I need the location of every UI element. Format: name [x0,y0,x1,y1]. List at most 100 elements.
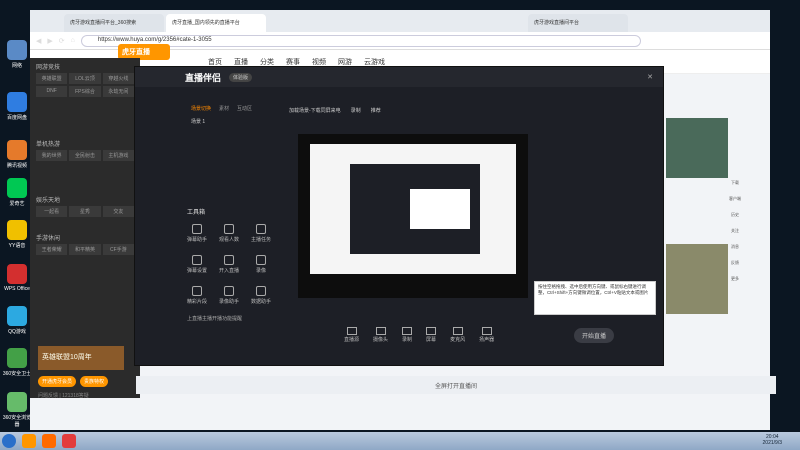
companion-taskbar-icon[interactable] [62,434,76,448]
category-item[interactable]: 英雄联盟 [36,73,68,84]
desktop-icon-tencent-video[interactable]: 腾讯视频 [2,140,32,169]
right-bar-item[interactable]: 更多 [728,276,742,282]
browser-tabbar: 虎牙游戏直播间平台_360搜索 虎牙直播_国内领先的直播平台 虎牙游戏直播间平台 [30,10,770,32]
nav-home[interactable]: 首页 [208,57,222,67]
category-item[interactable]: 主机游戏 [102,150,134,161]
forward-icon[interactable]: ▶ [47,37,52,45]
obs-title: 直播伴侣 [185,72,222,83]
promo-banner[interactable]: 英雄联盟10周年 [38,346,124,370]
sidebar-buttons: 开通虎牙会员 贵族特权 [38,376,109,387]
record-button[interactable]: 录制 [402,327,412,343]
tool-viewers[interactable]: 观看人数 [214,224,244,243]
nav-match[interactable]: 赛事 [286,57,300,67]
tab-sources[interactable]: 素材 [219,105,229,112]
desktop-icon-wps[interactable]: WPS Office [2,264,32,292]
record-icon [402,327,413,335]
back-icon[interactable]: ◀ [36,37,41,45]
app-taskbar-icon[interactable] [42,434,56,448]
nav-video[interactable]: 视频 [312,57,326,67]
yy-icon [7,220,27,240]
start-button-icon[interactable] [2,434,16,448]
desktop-icon-yy[interactable]: YY语音 [2,220,32,249]
desktop-icon-label: 百度网盘 [6,115,27,121]
noble-button[interactable]: 贵族特权 [80,376,109,387]
screen-button[interactable]: 屏幕 [426,327,436,343]
stream-thumbnail[interactable] [666,244,728,314]
open-vip-button[interactable]: 开通虎牙会员 [38,376,77,387]
nav-category[interactable]: 分类 [260,57,274,67]
right-bar-item[interactable]: 历史 [728,212,742,218]
tool-danmaku-helper[interactable]: 弹幕助手 [182,224,212,243]
header-label[interactable]: 推荐 [371,107,381,114]
right-bar-item[interactable]: 反馈 [728,260,742,266]
category-item[interactable]: 交友 [102,206,134,217]
refresh-icon[interactable]: ⟳ [59,37,65,45]
tooltip: 按住空格拖拽、选中后使用方向键、或鼠标右键进行调整，Ctrl+Shift+方向键… [534,281,656,315]
nav-cloud-game[interactable]: 云游戏 [364,57,385,67]
header-label[interactable]: 录制 [351,107,361,114]
speaker-icon [481,327,492,335]
tab-scenes[interactable]: 场景切换 [191,105,211,112]
browser-tab-active[interactable]: 虎牙直播_国内领先的直播平台 [166,14,266,32]
start-live-button[interactable]: 开始直播 [574,328,615,343]
category-item[interactable]: LOL云顶 [69,73,101,84]
right-bar-item[interactable]: 消息 [728,244,742,250]
record-icon [256,255,266,265]
stream-thumbnail[interactable] [666,118,728,178]
mic-button[interactable]: 麦克风 [450,327,465,343]
speaker-button[interactable]: 扬声器 [479,327,494,343]
tab-interact[interactable]: 互动区 [237,105,252,112]
close-icon[interactable]: ✕ [647,73,653,81]
browser-tab[interactable]: 虎牙游戏直播间平台 [528,14,628,32]
baidu-pan-icon [7,92,27,112]
fullscreen-bar[interactable]: 全屏打开直播间 [136,376,776,394]
category-item[interactable]: 一起看 [36,206,68,217]
tool-data[interactable]: 数据助手 [246,286,276,305]
obs-titlebar: 直播伴侣 体验版 ✕ [135,67,663,87]
desktop-icon-iqiyi[interactable]: 爱奇艺 [2,178,32,207]
camera-button[interactable]: 摄像头 [373,327,388,343]
camera-icon [224,286,234,296]
category-item[interactable]: 王者荣耀 [36,244,68,255]
right-bar-item[interactable]: 客户端 [728,196,742,202]
desktop-icon-network[interactable]: 网络 [2,40,32,69]
category-item[interactable]: 星秀 [69,206,101,217]
desktop-icon-360-safe[interactable]: 360安全卫士 [2,348,32,377]
toolbox-grid: 弹幕助手 观看人数 主播任务 弹幕设置 开入直播 录像 精彩片段 录像助手 数据助手 [179,218,283,311]
tool-danmaku-settings[interactable]: 弹幕设置 [182,255,212,274]
category-item[interactable]: 穿越火线 [102,73,134,84]
category-item[interactable]: 永劫无间 [102,86,134,97]
mic-icon [452,327,463,335]
nav-online-game[interactable]: 网游 [338,57,352,67]
home-icon[interactable]: ⌂ [71,37,75,44]
preview-canvas[interactable] [298,134,528,298]
tool-record-helper[interactable]: 录像助手 [214,286,244,305]
category-item[interactable]: 我的世界 [36,150,68,161]
right-bar-item[interactable]: 下载 [728,180,742,186]
nav-live[interactable]: 直播 [234,57,248,67]
camera-icon [375,327,386,335]
tool-open[interactable]: 开入直播 [214,255,244,274]
right-bar-item[interactable]: 关注 [728,228,742,234]
tool-task[interactable]: 主播任务 [246,224,276,243]
desktop-icon-baidu[interactable]: 百度网盘 [2,92,32,121]
category-item[interactable]: 和平精英 [69,244,101,255]
huya-taskbar-icon[interactable] [22,434,36,448]
scene-item[interactable]: 场景 1 [179,114,283,129]
360-browser-icon [7,392,27,412]
source-button[interactable]: 直播源 [344,327,359,343]
sidebar-footer: 问题反馈 | 121318答疑 [38,393,89,399]
desktop-icon-qq-game[interactable]: QQ游戏 [2,306,32,335]
header-label: 加载场景-下载同屏来电 [289,108,341,114]
desktop-icon-360-browser[interactable]: 360安全浏览器 [2,392,32,428]
section-title: 单机热游 [36,142,61,148]
tool-highlights[interactable]: 精彩片段 [182,286,212,305]
category-item[interactable]: DNF [36,86,68,97]
tool-record[interactable]: 录像 [246,255,276,274]
category-item[interactable]: FPS综合 [69,86,101,97]
category-item[interactable]: CF手游 [102,244,134,255]
browser-tab[interactable]: 虎牙游戏直播间平台_360搜索 [64,14,164,32]
section-title: 网游竞技 [36,65,61,71]
nested-obs [350,164,480,254]
category-item[interactable]: 全民射击 [69,150,101,161]
